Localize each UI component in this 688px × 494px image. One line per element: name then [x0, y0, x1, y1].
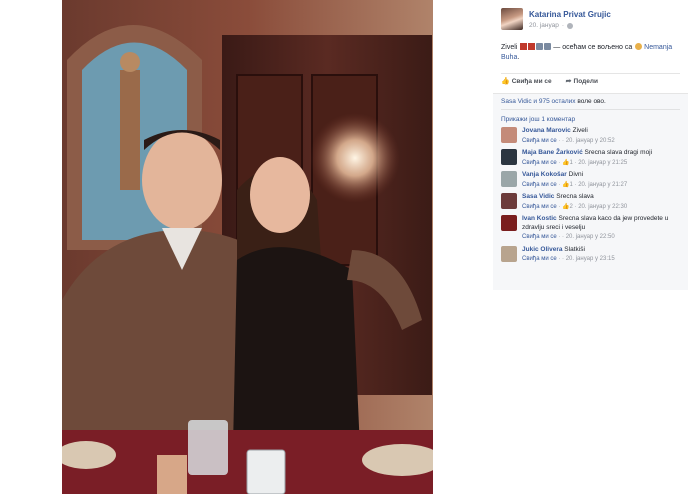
- share-icon: ➦: [565, 78, 572, 85]
- comment-meta: Свиђа ми се · 👍1 · 20. јануар у 21:25: [522, 159, 628, 166]
- comment-meta: Свиђа ми се · 👍 · 20. јануар у 23:15: [522, 256, 615, 262]
- comment-text: Srecna slava: [556, 193, 594, 200]
- feeling-emoji-icon: [634, 43, 642, 50]
- comment-date[interactable]: 20. јануар у 22:30: [578, 204, 627, 210]
- post-header: Katarina Privat Grujic 20. јануар ·: [501, 8, 680, 30]
- comment-body: Ivan Kostic Srecna slava kaco da jew pro…: [522, 215, 680, 242]
- post-feeling-text: — осећам се вољено са: [553, 44, 633, 51]
- commenter-avatar[interactable]: [501, 171, 517, 187]
- comment-like-link[interactable]: Свиђа ми се: [522, 204, 557, 210]
- glass-emoji-icon: [519, 43, 527, 50]
- likes-others-link[interactable]: и 975 осталих: [533, 98, 575, 105]
- post-photo[interactable]: [62, 0, 433, 494]
- photo-illustration: [62, 0, 433, 494]
- comment-like-count-icon[interactable]: 👍: [562, 182, 569, 188]
- comment-body: Sasa Vidic Srecna slava Свиђа ми се · 👍2 …: [522, 193, 627, 211]
- post-meta: 20. јануар ·: [529, 22, 611, 29]
- commenter-name[interactable]: Jukic Olivera: [522, 246, 562, 253]
- comment-text: Srecna slava dragi moji: [584, 149, 653, 156]
- post-text: Ziveli — осећам се вољено са Nemanja Buh…: [501, 43, 680, 63]
- share-button-label: Подели: [573, 77, 598, 85]
- commenter-name[interactable]: Sasa Vidic: [522, 193, 554, 200]
- comment-body: Jukic Olivera Slatkiši Свиђа ми се · 👍 · …: [522, 246, 615, 264]
- comment-text: Ziveli: [572, 127, 588, 134]
- author-avatar[interactable]: [501, 8, 523, 30]
- comment-date[interactable]: 20. јануар у 22:50: [566, 234, 615, 240]
- comment-body: Vanja Kokošar Divni Свиђа ми се · 👍1 · 20…: [522, 171, 627, 189]
- like-button-label: Свиђа ми се: [511, 77, 552, 85]
- post-sidebar: Katarina Privat Grujic 20. јануар · Zive…: [493, 0, 688, 494]
- author-name[interactable]: Katarina Privat Grujic: [529, 10, 611, 19]
- commenter-avatar[interactable]: [501, 127, 517, 143]
- couple-emoji-icon: [543, 43, 551, 50]
- comment-like-link[interactable]: Свиђа ми се: [522, 160, 557, 166]
- commenter-name[interactable]: Jovana Marovic: [522, 127, 571, 134]
- comment-meta: Свиђа ми се · 👍1 · 20. јануар у 21:27: [522, 181, 628, 188]
- comment-meta: Свиђа ми се · 👍 · 20. јануар у 20:52: [522, 137, 615, 144]
- likes-first-name[interactable]: Sasa Vidic: [501, 98, 532, 105]
- comment-meta: Свиђа ми се · 👍 · 20. јануар у 22:50: [522, 234, 615, 240]
- comment-item: Ivan Kostic Srecna slava kaco da jew pro…: [501, 215, 680, 242]
- comment-like-count: 2: [569, 203, 573, 210]
- comment-like-count: 1: [569, 181, 573, 188]
- comment-date[interactable]: 20. јануар у 21:25: [578, 160, 627, 166]
- commenter-name[interactable]: Maja Bane Žarković: [522, 149, 583, 156]
- comment-date[interactable]: 20. јануар у 20:52: [566, 138, 615, 144]
- post-text-start: Ziveli: [501, 44, 518, 51]
- comment-text: Divni: [568, 171, 584, 178]
- post-text-end: .: [517, 54, 520, 61]
- globe-icon[interactable]: [567, 22, 574, 29]
- like-button[interactable]: 👍 Свиђа ми се: [501, 77, 552, 86]
- comment-meta: Свиђа ми се · 👍2 · 20. јануар у 22:30: [522, 203, 628, 210]
- view-previous-comments-link[interactable]: Прикажи још 1 коментар: [501, 116, 680, 123]
- comment-text: Slatkiši: [564, 245, 585, 253]
- comment-date[interactable]: 20. јануар у 21:27: [578, 182, 627, 188]
- share-button[interactable]: ➦ Подели: [565, 77, 598, 86]
- comment-like-link[interactable]: Свиђа ми се: [522, 234, 557, 240]
- likes-summary: Sasa Vidic и 975 осталих воле ово.: [501, 98, 680, 110]
- comment-like-link[interactable]: Свиђа ми се: [522, 256, 557, 262]
- commenter-avatar[interactable]: [501, 245, 517, 262]
- comment-item: Sasa Vidic Srecna slava Свиђа ми се · 👍2 …: [501, 193, 680, 211]
- comment-like-count: 1: [569, 159, 573, 166]
- comment-like-link[interactable]: Свиђа ми се: [522, 182, 557, 188]
- comment-date[interactable]: 20. јануар у 23:15: [566, 256, 615, 262]
- commenter-name[interactable]: Ivan Kostic: [522, 215, 557, 222]
- post-date[interactable]: 20. јануар: [529, 22, 559, 29]
- comment-item: Vanja Kokošar Divni Свиђа ми се · 👍1 · 20…: [501, 171, 680, 189]
- commenter-avatar[interactable]: [501, 215, 517, 231]
- glass-emoji-icon: [527, 43, 535, 50]
- sparkle-emoji-icon: [535, 43, 543, 50]
- post-details: Katarina Privat Grujic 20. јануар · Zive…: [493, 0, 688, 93]
- post-actions: 👍 Свиђа ми се ➦ Подели: [501, 73, 680, 85]
- comment-item: Maja Bane Žarković Srecna slava dragi mo…: [501, 149, 680, 167]
- comments-panel: Sasa Vidic и 975 осталих воле ово. Прика…: [493, 93, 688, 290]
- commenter-avatar[interactable]: [501, 149, 517, 165]
- likes-suffix: воле ово.: [577, 98, 606, 105]
- thumbs-up-icon: 👍: [501, 78, 510, 85]
- comment-like-count-icon[interactable]: 👍: [562, 204, 569, 210]
- comment-item: Jukic Olivera Slatkiši Свиђа ми се · 👍 · …: [501, 245, 680, 264]
- commenter-name[interactable]: Vanja Kokošar: [522, 171, 567, 178]
- comment-body: Maja Bane Žarković Srecna slava dragi mo…: [522, 149, 652, 167]
- comment-item: Jovana Marovic Ziveli Свиђа ми се · 👍 · 2…: [501, 127, 680, 145]
- comment-like-count-icon[interactable]: 👍: [562, 160, 569, 166]
- comment-list: Jovana Marovic Ziveli Свиђа ми се · 👍 · 2…: [501, 127, 680, 264]
- comment-like-link[interactable]: Свиђа ми се: [522, 138, 557, 144]
- commenter-avatar[interactable]: [501, 193, 517, 209]
- comment-body: Jovana Marovic Ziveli Свиђа ми се · 👍 · 2…: [522, 127, 615, 145]
